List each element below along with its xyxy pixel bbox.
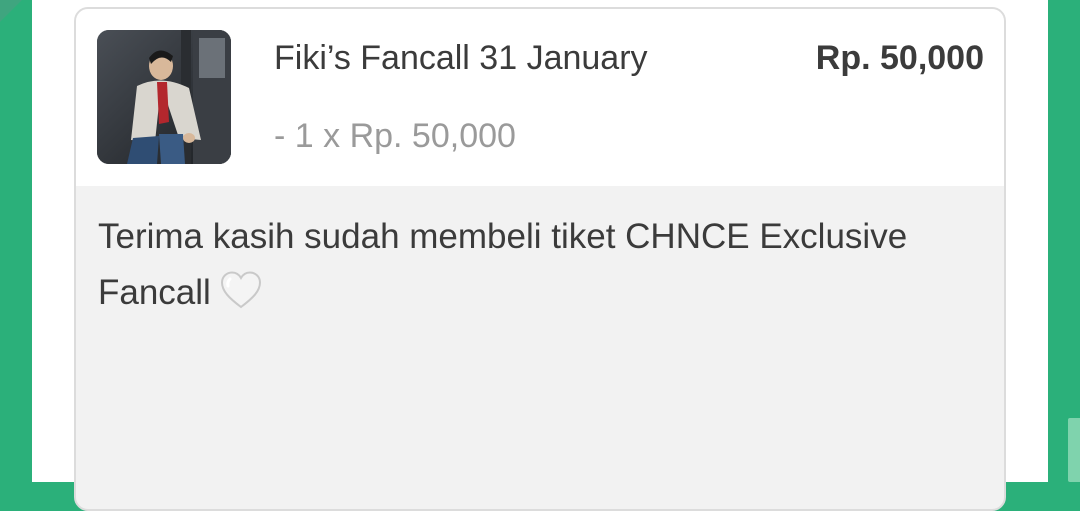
product-thumbnail: [97, 30, 231, 164]
order-card: Fiki’s Fancall 31 January Rp. 50,000 - 1…: [74, 7, 1006, 511]
left-background-strip: [0, 0, 32, 482]
item-quantity-line: - 1 x Rp. 50,000: [274, 117, 516, 155]
thank-you-message: Terima kasih sudah membeli tiket CHNCE E…: [98, 209, 978, 327]
message-line-1: Terima kasih sudah membeli tiket CHNCE E…: [98, 217, 908, 256]
product-photo-icon: [97, 30, 231, 164]
item-price: Rp. 50,000: [815, 39, 984, 77]
right-background-strip: [1048, 0, 1080, 482]
order-item-row[interactable]: Fiki’s Fancall 31 January Rp. 50,000 - 1…: [76, 9, 1004, 186]
message-line-2: Fancall: [98, 273, 211, 312]
scrollbar-thumb[interactable]: [1068, 418, 1080, 482]
item-title: Fiki’s Fancall 31 January: [274, 39, 648, 77]
white-heart-icon: [219, 270, 263, 327]
corner-accent: [0, 0, 22, 22]
